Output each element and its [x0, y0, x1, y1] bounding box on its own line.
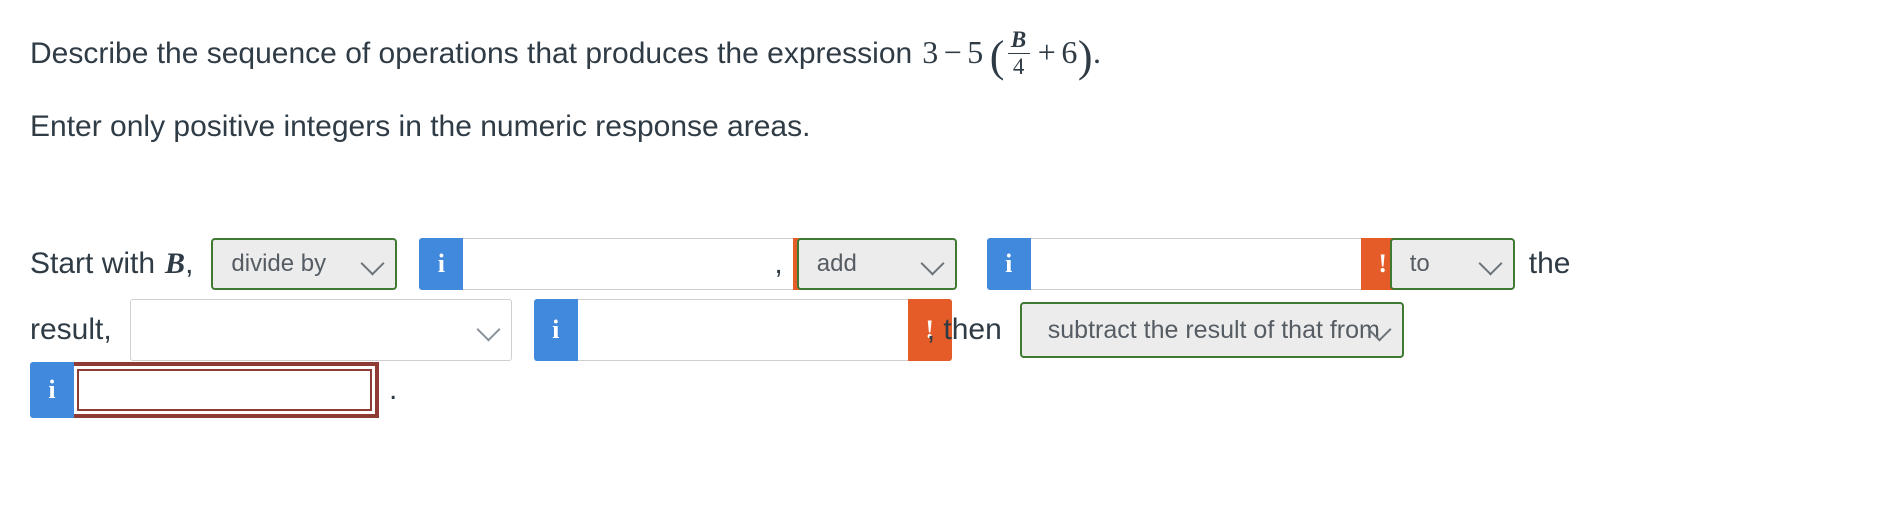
- math-expression: 3−5(B 4 +6).: [922, 27, 1102, 81]
- operation-to-value: to: [1409, 250, 1430, 277]
- question-statement-line-2: Enter only positive integers in the nume…: [30, 110, 811, 143]
- operation-to-dropdown[interactable]: to: [1389, 238, 1515, 290]
- incorrect-answer-highlight: [74, 362, 379, 418]
- start-with-text: Start with: [30, 247, 156, 280]
- numeric-response-1: i !: [419, 238, 838, 290]
- expression-close-paren: ): [1077, 32, 1093, 81]
- numeric-input-1[interactable]: [463, 238, 794, 290]
- answer-row-1: Start with B, divide by i ! , add i ! to: [30, 238, 1570, 290]
- chevron-down-icon: [360, 251, 385, 276]
- expression-period: .: [1092, 34, 1102, 70]
- operation-3-dropdown[interactable]: [129, 299, 512, 361]
- expression-plus-sign: +: [1037, 34, 1057, 70]
- fraction-denominator: 4: [1012, 54, 1025, 80]
- result-label: result,: [30, 313, 112, 346]
- start-with-label: Start with B,: [30, 249, 193, 279]
- then-label: , then: [926, 313, 1002, 346]
- info-icon-button-3[interactable]: i: [533, 299, 578, 361]
- operation-1-value: divide by: [231, 250, 327, 277]
- numeric-input-3[interactable]: [577, 299, 908, 361]
- trailing-the-label: the: [1528, 247, 1571, 280]
- expression-addend: 6: [1061, 34, 1078, 70]
- fraction-numerator: B: [1010, 26, 1027, 52]
- answer-row-2: result, i ! , then subtract the result o…: [30, 299, 1404, 361]
- chevron-down-icon: [1478, 251, 1503, 276]
- operation-4-value: subtract the result of that from: [1047, 315, 1380, 344]
- start-comma: ,: [185, 247, 194, 280]
- numeric-response-2: i !: [986, 238, 1405, 290]
- question-text: Describe the sequence of operations that…: [30, 37, 913, 70]
- comma-separator-1: ,: [774, 247, 783, 280]
- expression-fraction: B4: [1007, 26, 1030, 80]
- question-statement-line-1: Describe the sequence of operations that…: [30, 27, 1102, 84]
- expression-minus-sign: −: [943, 34, 963, 70]
- operation-2-dropdown[interactable]: add: [796, 238, 957, 290]
- operation-1-dropdown[interactable]: divide by: [211, 238, 398, 290]
- operation-4-dropdown[interactable]: subtract the result of that from: [1019, 302, 1404, 358]
- expression-open-paren: (: [989, 32, 1005, 81]
- numeric-response-3: i !: [533, 299, 952, 361]
- chevron-down-icon: [476, 317, 501, 342]
- operation-2-value: add: [816, 250, 857, 277]
- expression-lead-number: 3: [922, 34, 939, 70]
- numeric-response-4: i: [30, 362, 379, 418]
- chevron-down-icon: [920, 251, 945, 276]
- info-icon-button-2[interactable]: i: [986, 238, 1031, 290]
- info-icon-button-1[interactable]: i: [419, 238, 464, 290]
- expression-multiplier: 5: [967, 34, 984, 70]
- start-variable: B: [165, 247, 186, 280]
- final-period: .: [389, 373, 398, 406]
- answer-row-3: i .: [30, 362, 397, 418]
- numeric-input-2[interactable]: [1030, 238, 1361, 290]
- numeric-input-4[interactable]: [79, 371, 370, 409]
- exercise-page: Describe the sequence of operations that…: [0, 0, 1880, 514]
- info-icon-button-4[interactable]: i: [30, 362, 74, 418]
- incorrect-answer-inner-border: [77, 369, 372, 411]
